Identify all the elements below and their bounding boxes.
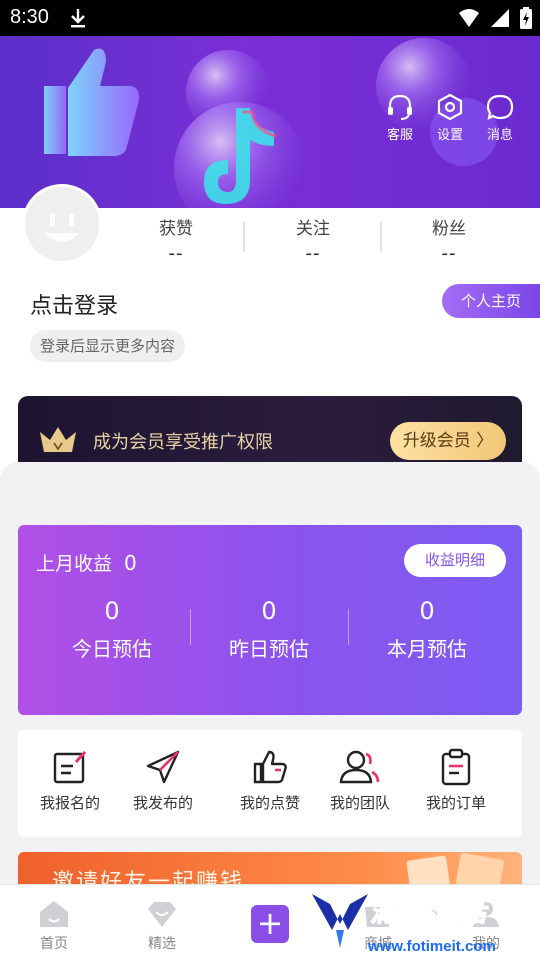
last-month-value: 0 bbox=[124, 551, 137, 575]
upgrade-vip-button[interactable]: 升级会员 〉 bbox=[390, 422, 506, 460]
customer-service-button[interactable]: 客服 bbox=[375, 92, 425, 143]
followers-stat[interactable]: 粉丝 -- bbox=[389, 214, 509, 264]
home-icon bbox=[40, 901, 68, 927]
following-value: -- bbox=[305, 243, 321, 264]
menu-label: 我的订单 bbox=[425, 794, 486, 812]
download-icon bbox=[71, 9, 85, 28]
today-estimate: 0 今日预估 bbox=[32, 597, 192, 662]
settings-hexagon-icon bbox=[437, 93, 463, 121]
tab-featured[interactable]: 精选 bbox=[122, 899, 202, 953]
vip-promo-text: 成为会员享受推广权限 bbox=[93, 432, 273, 453]
status-bar: 8:30 bbox=[0, 0, 540, 36]
section-divider bbox=[0, 462, 540, 490]
menu-my-posts[interactable]: 我发布的 bbox=[113, 748, 213, 813]
today-estimate-value: 0 bbox=[104, 597, 120, 625]
wifi-icon bbox=[459, 9, 479, 27]
menu-my-likes[interactable]: 我的点赞 bbox=[220, 748, 320, 813]
status-indicators bbox=[458, 7, 532, 29]
header-banner: 客服 设置 消息 bbox=[0, 36, 540, 210]
following-label: 关注 bbox=[296, 219, 330, 239]
stat-divider bbox=[380, 222, 382, 252]
avatar[interactable] bbox=[22, 184, 102, 264]
watermark-logo-icon bbox=[312, 894, 368, 948]
yesterday-estimate: 0 昨日预估 bbox=[189, 597, 349, 662]
thumbs-up-art bbox=[44, 48, 140, 156]
thumbs-up-icon bbox=[253, 750, 287, 784]
today-estimate-label: 今日预估 bbox=[72, 637, 152, 661]
last-month-label: 上月收益 bbox=[36, 553, 113, 575]
personal-homepage-button[interactable]: 个人主页 bbox=[442, 284, 540, 318]
login-tip: 登录后显示更多内容 bbox=[30, 330, 186, 362]
followers-label: 粉丝 bbox=[432, 219, 466, 239]
yesterday-estimate-label: 昨日预估 bbox=[229, 637, 309, 661]
login-link[interactable]: 点击登录 bbox=[30, 288, 118, 320]
messages-label: 消息 bbox=[486, 128, 513, 143]
following-stat[interactable]: 关注 -- bbox=[253, 214, 373, 264]
signal-icon bbox=[491, 9, 509, 27]
edit-note-icon bbox=[53, 750, 87, 784]
stat-divider bbox=[243, 222, 245, 252]
tab-home[interactable]: 首页 bbox=[14, 899, 94, 953]
likes-value: -- bbox=[168, 243, 184, 264]
publish-button[interactable]: + bbox=[251, 905, 289, 943]
battery-icon bbox=[520, 7, 532, 29]
menu-label: 我的点赞 bbox=[239, 794, 300, 812]
tab-featured-label: 精选 bbox=[148, 936, 176, 952]
send-plane-icon bbox=[146, 750, 180, 784]
earnings-detail-button[interactable]: 收益明细 bbox=[404, 544, 506, 577]
settings-label: 设置 bbox=[436, 128, 463, 143]
watermark-text: 清源下载站 bbox=[370, 901, 486, 928]
headset-icon bbox=[388, 94, 412, 120]
chat-bubble-icon bbox=[486, 94, 514, 120]
settings-button[interactable]: 设置 bbox=[425, 92, 475, 143]
tab-home-label: 首页 bbox=[40, 936, 68, 952]
menu-label: 我的团队 bbox=[329, 794, 390, 812]
featured-icon bbox=[148, 902, 176, 927]
menu-my-team[interactable]: 我的团队 bbox=[310, 748, 410, 813]
site-watermark: 清源下载站 www.fotimeit.com bbox=[310, 888, 540, 960]
likes-stat[interactable]: 获赞 -- bbox=[116, 214, 236, 264]
last-month-earnings: 上月收益 0 bbox=[36, 549, 137, 576]
function-menu: 我报名的 我发布的 我的点赞 我的团队 我的订单 bbox=[18, 730, 522, 837]
month-estimate-value: 0 bbox=[419, 597, 435, 625]
likes-label: 获赞 bbox=[159, 219, 193, 239]
yesterday-estimate-value: 0 bbox=[261, 597, 277, 625]
status-time: 8:30 bbox=[10, 6, 49, 28]
default-avatar-icon bbox=[25, 187, 99, 261]
team-icon bbox=[339, 750, 380, 784]
menu-my-orders[interactable]: 我的订单 bbox=[406, 748, 506, 813]
messages-button[interactable]: 消息 bbox=[475, 92, 525, 143]
month-estimate-label: 本月预估 bbox=[387, 637, 467, 661]
menu-my-signups[interactable]: 我报名的 bbox=[20, 748, 120, 813]
menu-label: 我发布的 bbox=[132, 794, 193, 812]
customer-service-label: 客服 bbox=[386, 128, 413, 143]
watermark-url: www.fotimeit.com bbox=[368, 938, 496, 955]
earnings-card: 上月收益 0 收益明细 0 今日预估 0 昨日预估 0 本月预估 bbox=[18, 525, 522, 715]
month-estimate: 0 本月预估 bbox=[347, 597, 507, 662]
menu-label: 我报名的 bbox=[39, 794, 100, 812]
plus-icon: + bbox=[256, 904, 284, 942]
clipboard-icon bbox=[441, 748, 471, 786]
crown-icon bbox=[40, 427, 76, 452]
followers-value: -- bbox=[441, 243, 457, 264]
